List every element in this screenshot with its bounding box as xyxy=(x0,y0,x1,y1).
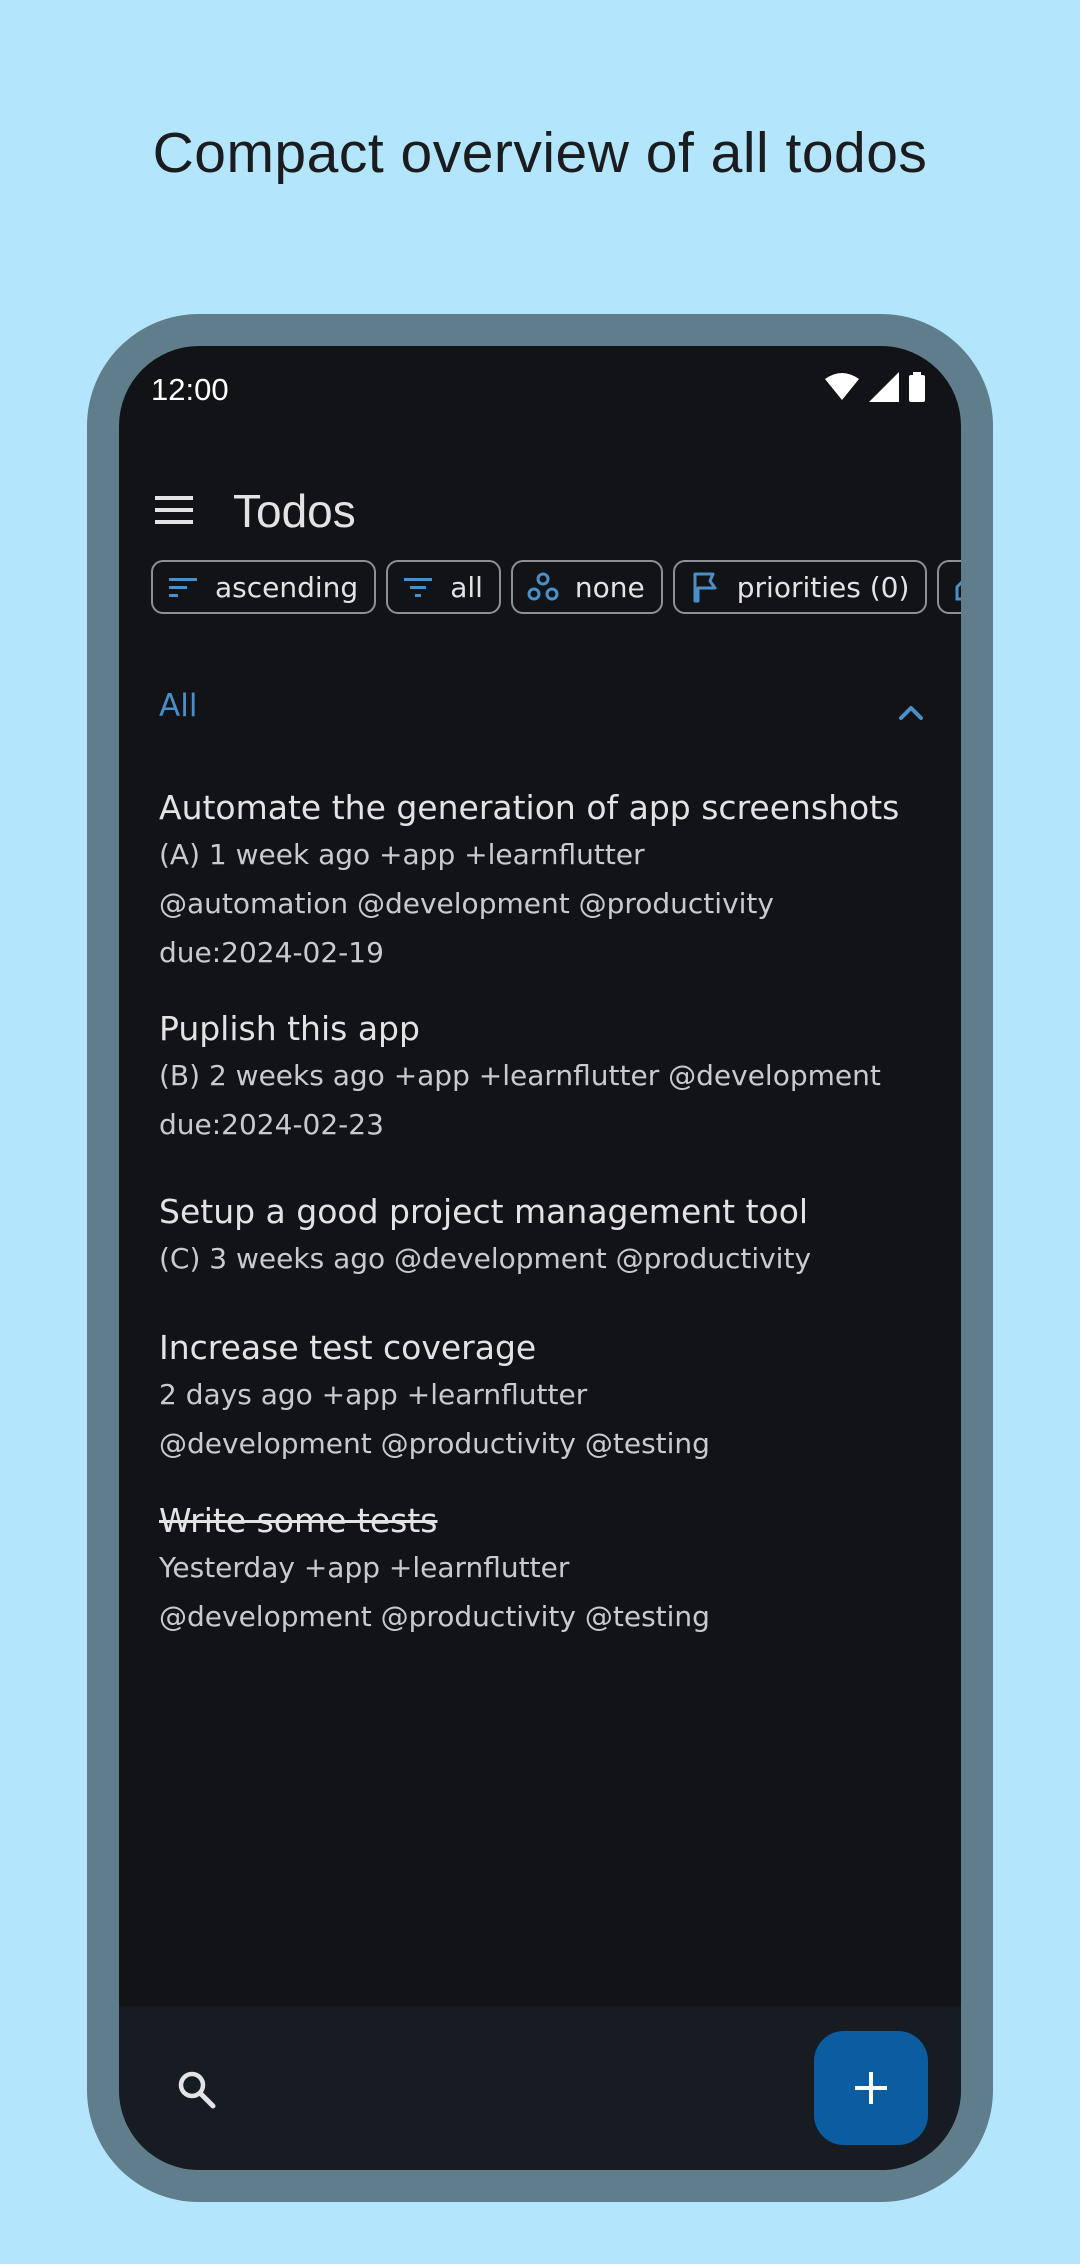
todo-title: Setup a good project management tool xyxy=(159,1192,809,1231)
chevron-up-icon[interactable] xyxy=(891,692,931,732)
flag-icon xyxy=(693,572,717,603)
section-header[interactable]: All xyxy=(159,688,931,748)
todo-meta-line: 2 days ago +app +learnflutter xyxy=(159,1378,588,1411)
priorities-chip-label: priorities (0) xyxy=(736,570,910,604)
status-icons xyxy=(825,370,925,404)
todo-meta-line: due:2024-02-19 xyxy=(159,936,384,969)
todo-title: Write some tests xyxy=(159,1501,438,1540)
battery-icon xyxy=(909,372,925,402)
todo-item[interactable]: Increase test coverage 2 days ago +app +… xyxy=(159,1326,939,1468)
todo-meta-line: (B) 2 weeks ago +app +learnflutter @deve… xyxy=(159,1059,881,1092)
filter-chip-row[interactable]: ascending all none priorities (0) xyxy=(151,560,961,614)
todo-meta-line: (C) 3 weeks ago @development @productivi… xyxy=(159,1242,812,1275)
sort-chip[interactable]: ascending xyxy=(151,560,377,614)
priorities-chip[interactable]: priorities (0) xyxy=(672,560,928,614)
more-chip[interactable] xyxy=(937,560,961,614)
todo-meta-line: Yesterday +app +learnflutter xyxy=(159,1551,570,1584)
todo-item[interactable]: Automate the generation of app screensho… xyxy=(159,786,939,977)
todo-item[interactable]: Puplish this app (B) 2 weeks ago +app +l… xyxy=(159,1007,939,1149)
app-bar: Todos xyxy=(119,456,961,576)
search-icon[interactable] xyxy=(175,2068,219,2112)
page-headline: Compact overview of all todos xyxy=(152,121,928,185)
todo-item-completed[interactable]: Write some tests Yesterday +app +learnfl… xyxy=(159,1499,939,1641)
status-time: 12:00 xyxy=(151,372,229,407)
todo-meta-line: @development @productivity @testing xyxy=(159,1427,710,1460)
todo-meta-line: @automation @development @productivity xyxy=(159,887,774,920)
section-label: All xyxy=(159,688,198,724)
todo-meta-line: (A) 1 week ago +app +learnflutter xyxy=(159,838,645,871)
wifi-icon xyxy=(825,373,859,400)
tag-icon xyxy=(955,581,961,601)
todo-title: Increase test coverage xyxy=(159,1328,537,1367)
sort-icon xyxy=(169,578,197,597)
group-chip-label: none xyxy=(574,570,645,604)
sort-chip-label: ascending xyxy=(215,570,359,604)
todo-meta-line: due:2024-02-23 xyxy=(159,1108,384,1141)
phone-screen: 12:00 Todos ascending all none prioritie… xyxy=(119,346,961,2170)
filter-icon xyxy=(404,578,433,597)
group-icon xyxy=(527,572,559,601)
signal-icon xyxy=(869,372,899,402)
filter-chip[interactable]: all xyxy=(386,560,501,614)
add-todo-button[interactable] xyxy=(814,2031,928,2145)
filter-chip-label: all xyxy=(450,570,483,604)
menu-icon[interactable] xyxy=(155,490,195,530)
todo-title: Puplish this app xyxy=(159,1009,420,1048)
app-title: Todos xyxy=(233,485,356,537)
add-icon xyxy=(855,2072,887,2104)
todo-meta-line: @development @productivity @testing xyxy=(159,1600,710,1633)
todo-title: Automate the generation of app screensho… xyxy=(159,788,900,827)
todo-item[interactable]: Setup a good project management tool (C)… xyxy=(159,1190,939,1283)
status-bar: 12:00 xyxy=(119,346,961,436)
group-chip[interactable]: none xyxy=(510,560,663,614)
